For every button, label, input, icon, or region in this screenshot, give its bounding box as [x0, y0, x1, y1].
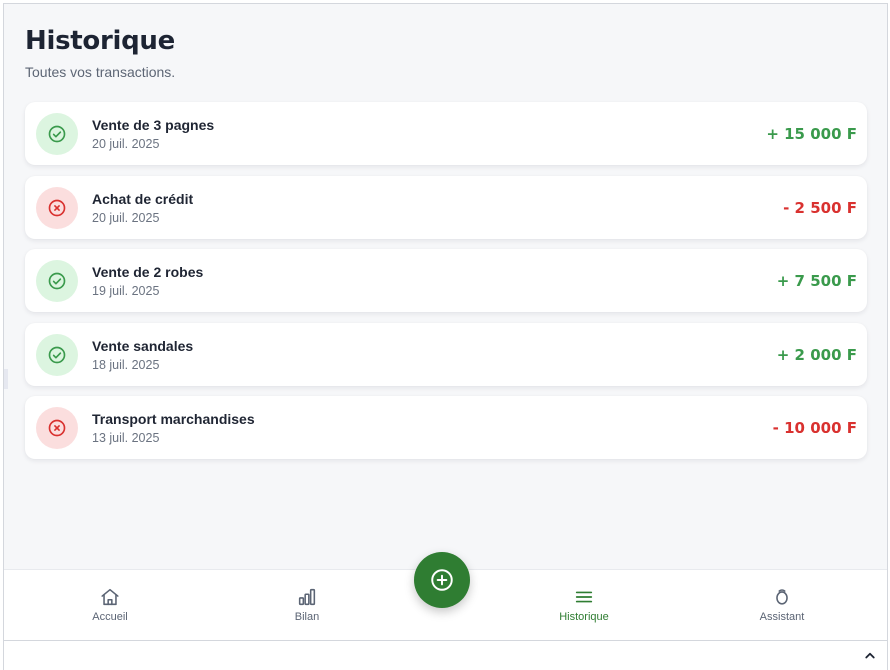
side-handle — [4, 369, 8, 389]
transaction-date: 19 juil. 2025 — [92, 284, 160, 298]
transaction-item[interactable]: Vente de 3 pagnes 20 juil. 2025 + 15 000… — [25, 102, 867, 165]
nav-label: Historique — [559, 611, 609, 623]
check-circle-icon — [36, 113, 78, 155]
home-icon — [101, 588, 119, 606]
transaction-title: Vente de 3 pagnes — [92, 117, 215, 133]
transaction-item[interactable]: Vente de 2 robes 19 juil. 2025 + 7 500 F — [25, 249, 867, 312]
transaction-item[interactable]: Achat de crédit 20 juil. 2025 - 2 500 F — [25, 175, 867, 239]
nav-item-accueil[interactable]: Accueil — [60, 586, 160, 623]
add-transaction-button[interactable] — [414, 552, 470, 608]
transaction-amount: + 7 500 F — [776, 272, 857, 290]
transaction-amount: - 10 000 F — [772, 419, 857, 437]
transaction-date: 13 juil. 2025 — [92, 431, 160, 445]
transaction-list: Vente de 3 pagnes 20 juil. 2025 + 15 000… — [25, 102, 867, 470]
transaction-date: 20 juil. 2025 — [92, 210, 160, 225]
plus-circle-icon — [431, 569, 453, 591]
transaction-item[interactable]: Vente sandales 18 juil. 2025 + 2 000 F — [25, 322, 867, 386]
ring-icon — [776, 589, 788, 605]
transaction-title: Vente sandales — [92, 337, 194, 354]
transaction-title: Transport marchandises — [92, 411, 255, 427]
nav-label: Assistant — [759, 611, 805, 623]
check-circle-icon — [36, 260, 78, 302]
x-circle-icon — [36, 407, 78, 449]
menu-lines-icon — [575, 591, 593, 603]
chevron-up-icon[interactable] — [861, 647, 879, 665]
transaction-date: 20 juil. 2025 — [92, 137, 160, 151]
transaction-amount: + 2 000 F — [776, 345, 857, 364]
transaction-amount: - 2 500 F — [783, 198, 857, 217]
transaction-title: Vente de 2 robes — [92, 264, 204, 280]
page-subtitle: Toutes vos transactions. — [25, 64, 176, 80]
bar-chart-icon — [298, 588, 316, 606]
page-title: Historique — [25, 26, 175, 56]
check-circle-icon — [36, 333, 78, 376]
nav-label: Accueil — [92, 611, 128, 623]
nav-item-assistant[interactable]: Assistant — [732, 586, 832, 623]
nav-item-bilan[interactable]: Bilan — [257, 586, 357, 623]
bottom-bar — [3, 640, 888, 670]
nav-label: Bilan — [294, 611, 320, 623]
transaction-amount: + 15 000 F — [766, 125, 857, 143]
transaction-item[interactable]: Transport marchandises 13 juil. 2025 - 1… — [25, 396, 867, 459]
transaction-title: Achat de crédit — [92, 190, 194, 207]
x-circle-icon — [36, 186, 78, 229]
transaction-date: 18 juil. 2025 — [92, 357, 160, 372]
nav-item-historique[interactable]: Historique — [534, 586, 634, 623]
app-frame: Historique Toutes vos transactions. Vent… — [3, 3, 888, 640]
